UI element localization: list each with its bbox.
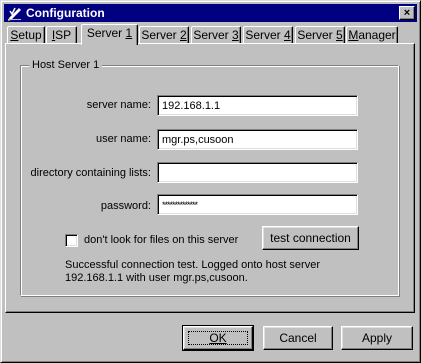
tab-setup-label: etup [18,28,42,42]
close-button[interactable]: × [399,6,415,20]
dont-look-checkbox[interactable] [65,234,78,247]
tab-server-4-mnemonic: 4 [284,28,291,42]
tab-server-3-mnemonic: 3 [232,28,239,42]
tab-panel-server-1: Host Server 1 server name: 192.168.1.1 u… [5,43,415,313]
apply-button[interactable]: Apply [341,326,413,350]
tab-server-3[interactable]: Server 3 [191,26,241,44]
tab-server-2-mnemonic: 2 [180,28,187,42]
tab-server-1[interactable]: Server 1 [81,24,138,45]
tab-server-3-label: Server [193,28,232,42]
pencil-check-icon [7,5,23,21]
password-label: password: [100,200,151,212]
tab-manager-label: anager [358,28,396,42]
user-name-label: user name: [95,133,151,145]
tab-server-2[interactable]: Server 2 [139,26,189,44]
server-name-input[interactable]: 192.168.1.1 [157,95,358,116]
status-line-2: 192.168.1.1 with user mgr.ps,cusoon. [65,272,248,284]
directory-label: directory containing lists: [30,167,151,179]
title-bar[interactable]: Configuration × [4,4,417,22]
tab-server-4[interactable]: Server 4 [243,26,293,44]
status-line-1: Successful connection test. Logged onto … [65,259,320,271]
group-label: Host Server 1 [29,58,103,72]
tab-server-2-label: Server [141,28,180,42]
password-input[interactable]: ************** [157,194,358,215]
test-connection-button[interactable]: test connection [262,226,359,250]
focus-rect [188,331,248,345]
tab-manager-mnemonic: M [348,28,359,42]
dont-look-label[interactable]: don't look for files on this server [84,233,238,247]
tab-server-1-mnemonic: 1 [125,26,133,40]
tab-server-5-mnemonic: 5 [336,28,343,42]
user-name-input[interactable]: mgr.ps,cusoon [157,129,358,150]
tab-server-1-label: Server [86,26,126,40]
tab-server-5[interactable]: Server 5 [295,26,345,44]
window-title: Configuration [26,6,105,20]
connection-status: Successful connection test. Logged onto … [65,259,320,285]
ok-button[interactable]: OK [182,325,254,351]
directory-input[interactable] [157,162,358,183]
tab-isp[interactable]: ISP [46,26,77,44]
tab-server-4-label: Server [245,28,284,42]
tab-server-5-label: Server [297,28,336,42]
tab-setup[interactable]: Setup [7,26,45,44]
host-server-groupbox: Host Server 1 server name: 192.168.1.1 u… [20,58,399,296]
tab-manager[interactable]: Manager [346,26,398,44]
configuration-window: Configuration × Setup ISP Server 1 Serve… [0,0,421,363]
cancel-button[interactable]: Cancel [263,326,333,350]
server-name-label: server name: [86,99,151,111]
tab-isp-label: SP [55,28,72,42]
close-icon: × [403,7,411,19]
